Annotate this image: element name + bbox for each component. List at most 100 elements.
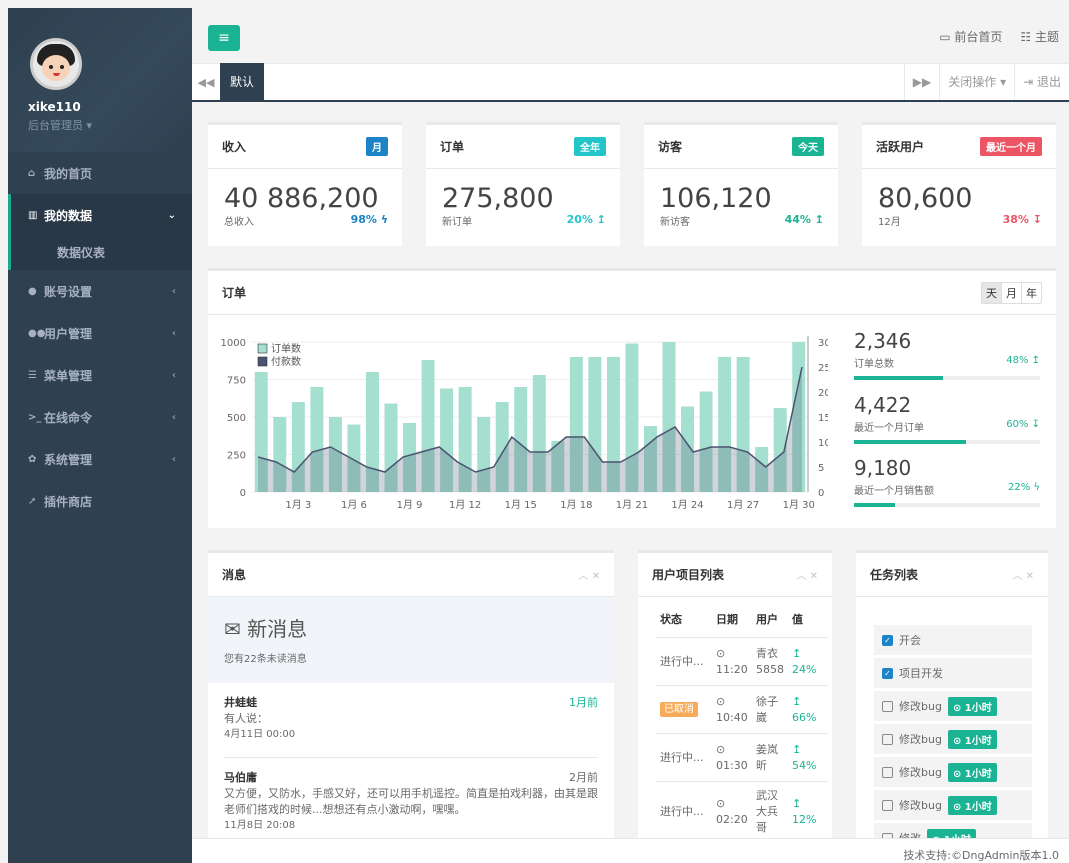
checkbox[interactable]	[882, 766, 893, 778]
kpi-label: 订单总数	[854, 359, 894, 370]
close-icon[interactable]: ✕	[810, 571, 818, 582]
kpi-month-orders: 4,422 最近一个月订单 60% ↧	[854, 393, 1040, 444]
terminal-icon: >_	[28, 411, 42, 423]
stat-card-orders: 订单 全年 275,800 新订单 20% ↥	[426, 122, 620, 246]
username[interactable]: xike110	[28, 100, 192, 114]
top-navbar: ≡ ▭ 前台首页 ☷ 主题	[192, 8, 1069, 64]
x-tick-label: 1月 27	[727, 499, 759, 511]
message-item[interactable]: 井蛙蛙 1月前 有人说： 4月11日 00:00	[208, 683, 614, 743]
task-item[interactable]: ✓ 开会	[874, 625, 1032, 655]
theme-icon: ☷	[1020, 30, 1035, 44]
period-day-button[interactable]: 天	[982, 282, 1001, 303]
collapse-icon[interactable]: ︿	[796, 571, 806, 582]
stat-title: 收入	[222, 140, 247, 154]
x-tick-label: 1月 21	[616, 499, 648, 511]
sidebar-item-system[interactable]: ✿ 系统管理 ‹	[8, 438, 192, 480]
sidebar-item-account[interactable]: ● 账号设置 ‹	[8, 270, 192, 312]
stat-value: 40 886,200	[224, 183, 379, 214]
message-item[interactable]: 马伯庸 2月前 又方便，又防水，手感又好，还可以用手机遥控。简直是拍戏利器，由其是…	[208, 758, 614, 834]
sidebar-item-users[interactable]: ●● 用户管理 ‹	[8, 312, 192, 354]
unread-count: 您有22条未读消息	[224, 654, 307, 665]
clock-icon: ⊙	[716, 742, 726, 756]
stat-subtitle: 新访客	[660, 217, 690, 228]
user-cell: 徐子崴	[752, 685, 788, 734]
panel-title: 订单	[222, 286, 247, 300]
chevron-left-icon: ‹	[171, 453, 176, 465]
new-messages-title: ✉ 新消息	[224, 617, 308, 641]
avatar[interactable]	[30, 38, 82, 90]
stat-subtitle: 12月	[878, 217, 901, 228]
message-date: 11月8日 20:08	[224, 820, 296, 831]
user-role-dropdown[interactable]: 后台管理员 ▾	[28, 117, 192, 133]
x-tick-label: 1月 6	[341, 499, 367, 511]
tab-default[interactable]: 默认	[220, 63, 265, 101]
column-header: 日期	[712, 597, 752, 638]
close-operations-dropdown[interactable]: 关闭操作 ▾	[939, 64, 1014, 100]
chevron-left-icon: ‹	[171, 327, 176, 339]
time-badge: ⊙ 1小时	[947, 729, 997, 749]
checkbox[interactable]	[882, 799, 893, 811]
y2-tick-label: 15	[818, 413, 828, 424]
checkbox[interactable]	[882, 733, 893, 745]
checkbox-checked[interactable]: ✓	[882, 667, 893, 679]
arrow-up-icon: ↥	[792, 797, 802, 810]
period-month-button[interactable]: 月	[1001, 282, 1021, 303]
sidebar-item-commands[interactable]: >_ 在线命令 ‹	[8, 396, 192, 438]
user-cell: 姜岚昕	[752, 733, 788, 782]
table-row[interactable]: 进行中... ⊙ 02:20 武汉大兵哥 ↥ 12%	[656, 781, 828, 840]
task-item[interactable]: 修改bug ⊙ 1小时	[874, 691, 1032, 721]
close-icon[interactable]: ✕	[1026, 571, 1034, 582]
kpi-value: 4,422	[854, 393, 912, 417]
menu-toggle-button[interactable]: ≡	[208, 25, 240, 51]
table-row[interactable]: 已取消 ⊙ 10:40 徐子崴 ↥ 66%	[656, 685, 828, 734]
stat-percent: 98% ϟ	[350, 213, 388, 226]
checkbox-checked[interactable]: ✓	[882, 634, 893, 646]
sidebar-item-home[interactable]: ⌂ 我的首页	[8, 152, 192, 194]
table-row[interactable]: 进行中... ⊙ 11:20 青衣5858 ↥ 24%	[656, 637, 828, 686]
chevron-left-icon: ‹	[171, 285, 176, 297]
y2-tick-label: 20	[818, 388, 828, 399]
sidebar-item-plugins[interactable]: ➚ 插件商店	[8, 480, 192, 522]
close-icon[interactable]: ✕	[592, 571, 600, 582]
x-tick-label: 1月 30	[783, 499, 815, 511]
kpi-total-orders: 2,346 订单总数 48% ↥	[854, 329, 1040, 380]
task-item[interactable]: ✓ 项目开发	[874, 658, 1032, 688]
y-tick-label: 0	[240, 488, 246, 499]
frontend-home-link[interactable]: ▭ 前台首页	[939, 28, 1002, 45]
stat-value: 80,600	[878, 183, 973, 214]
table-row[interactable]: 进行中... ⊙ 01:30 姜岚昕 ↥ 54%	[656, 733, 828, 782]
collapse-icon[interactable]: ︿	[1012, 571, 1022, 582]
sidebar-subitem-dashboard[interactable]: 数据仪表	[8, 234, 192, 270]
sidebar-item-menus[interactable]: ☰ 菜单管理 ‹	[8, 354, 192, 396]
status-text: 进行中...	[656, 637, 712, 686]
collapse-icon[interactable]: ︿	[578, 571, 588, 582]
tab-scroll-left-button[interactable]: ◀◀	[192, 76, 220, 89]
chevron-left-icon: ‹	[171, 369, 176, 381]
sidebar-item-my-data[interactable]: ▥ 我的数据 ⌄	[8, 194, 192, 236]
message-text: 又方便，又防水，手感又好，还可以用手机遥控。简直是拍戏利器，由其是跟老师们搭戏的…	[224, 787, 598, 816]
stat-value: 106,120	[660, 183, 772, 214]
legend-swatch	[257, 356, 268, 367]
arrow-up-icon: ↥	[792, 742, 802, 756]
new-messages-header: ✉ 新消息 您有22条未读消息	[208, 597, 614, 683]
status-text: 进行中...	[656, 781, 712, 840]
period-year-button[interactable]: 年	[1021, 282, 1041, 303]
footer: 技术支持:©DngAdmin版本1.0	[192, 838, 1069, 863]
tasks-panel: 任务列表 ︿ ✕ ✓ 开会 ✓ 项目开发 修改bug ⊙ 1小时 修改bug ⊙ 1小时 …	[856, 550, 1048, 840]
clock-icon: ⊙	[716, 694, 726, 708]
stat-badge: 最近一个月	[980, 137, 1042, 156]
y-tick-label: 500	[227, 413, 246, 424]
logout-link[interactable]: ⇥ 退出	[1014, 64, 1069, 100]
theme-link[interactable]: ☷ 主题	[1020, 28, 1059, 45]
task-item[interactable]: 修改bug ⊙ 1小时	[874, 757, 1032, 787]
checkbox[interactable]	[882, 700, 893, 712]
stat-badge: 今天	[792, 137, 824, 156]
task-item[interactable]: 修改bug ⊙ 1小时	[874, 790, 1032, 820]
stat-card-visitors: 访客 今天 106,120 新访客 44% ↥	[644, 122, 838, 246]
tab-scroll-right-button[interactable]: ▶▶	[903, 64, 939, 100]
stat-subtitle: 新订单	[442, 217, 472, 228]
y-tick-label: 1000	[221, 338, 246, 349]
legend-label: 付款数	[271, 355, 301, 368]
task-item[interactable]: 修改bug ⊙ 1小时	[874, 724, 1032, 754]
x-tick-label: 1月 24	[671, 499, 703, 511]
